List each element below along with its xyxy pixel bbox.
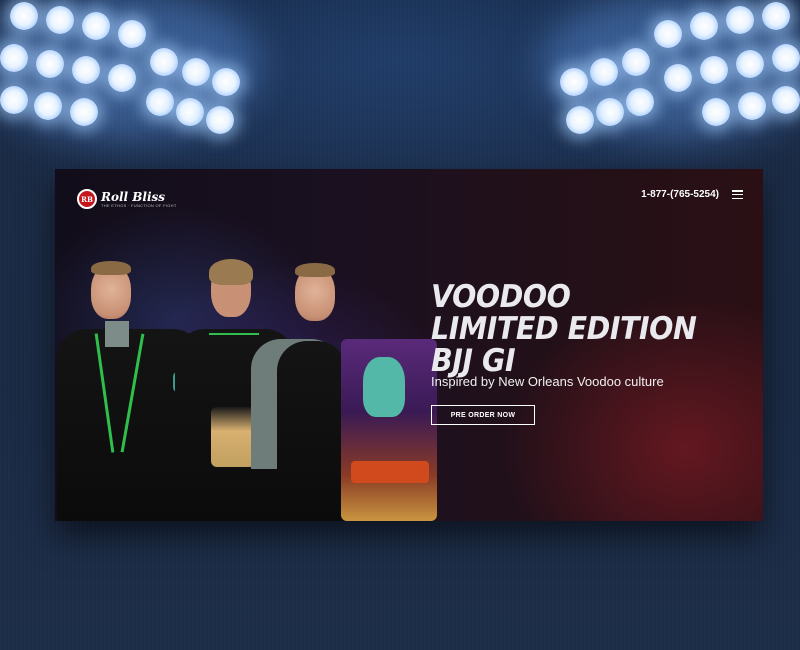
left-stadium-lights xyxy=(0,0,260,140)
brand-logo[interactable]: RB Roll Bliss THE ETHOS · FUNCTION OF FI… xyxy=(77,189,177,209)
logo-monogram-icon: RB xyxy=(77,189,97,209)
logo-name: Roll Bliss xyxy=(101,189,166,204)
logo-tagline: THE ETHOS · FUNCTION OF FIGHT xyxy=(101,202,177,208)
right-stadium-lights xyxy=(540,0,800,140)
hero-title: VOODOO LIMITED EDITION BJJ GI xyxy=(431,279,697,379)
model-right xyxy=(251,229,451,521)
website-hero-banner: RB Roll Bliss THE ETHOS · FUNCTION OF FI… xyxy=(55,169,763,521)
hamburger-menu-icon[interactable] xyxy=(732,190,743,200)
hero-image-models xyxy=(55,229,455,521)
pre-order-button[interactable]: PRE ORDER NOW xyxy=(431,405,535,425)
phone-number-link[interactable]: 1-877-(765-5254) xyxy=(641,189,719,200)
hero-subtitle: Inspired by New Orleans Voodoo culture xyxy=(431,374,664,389)
